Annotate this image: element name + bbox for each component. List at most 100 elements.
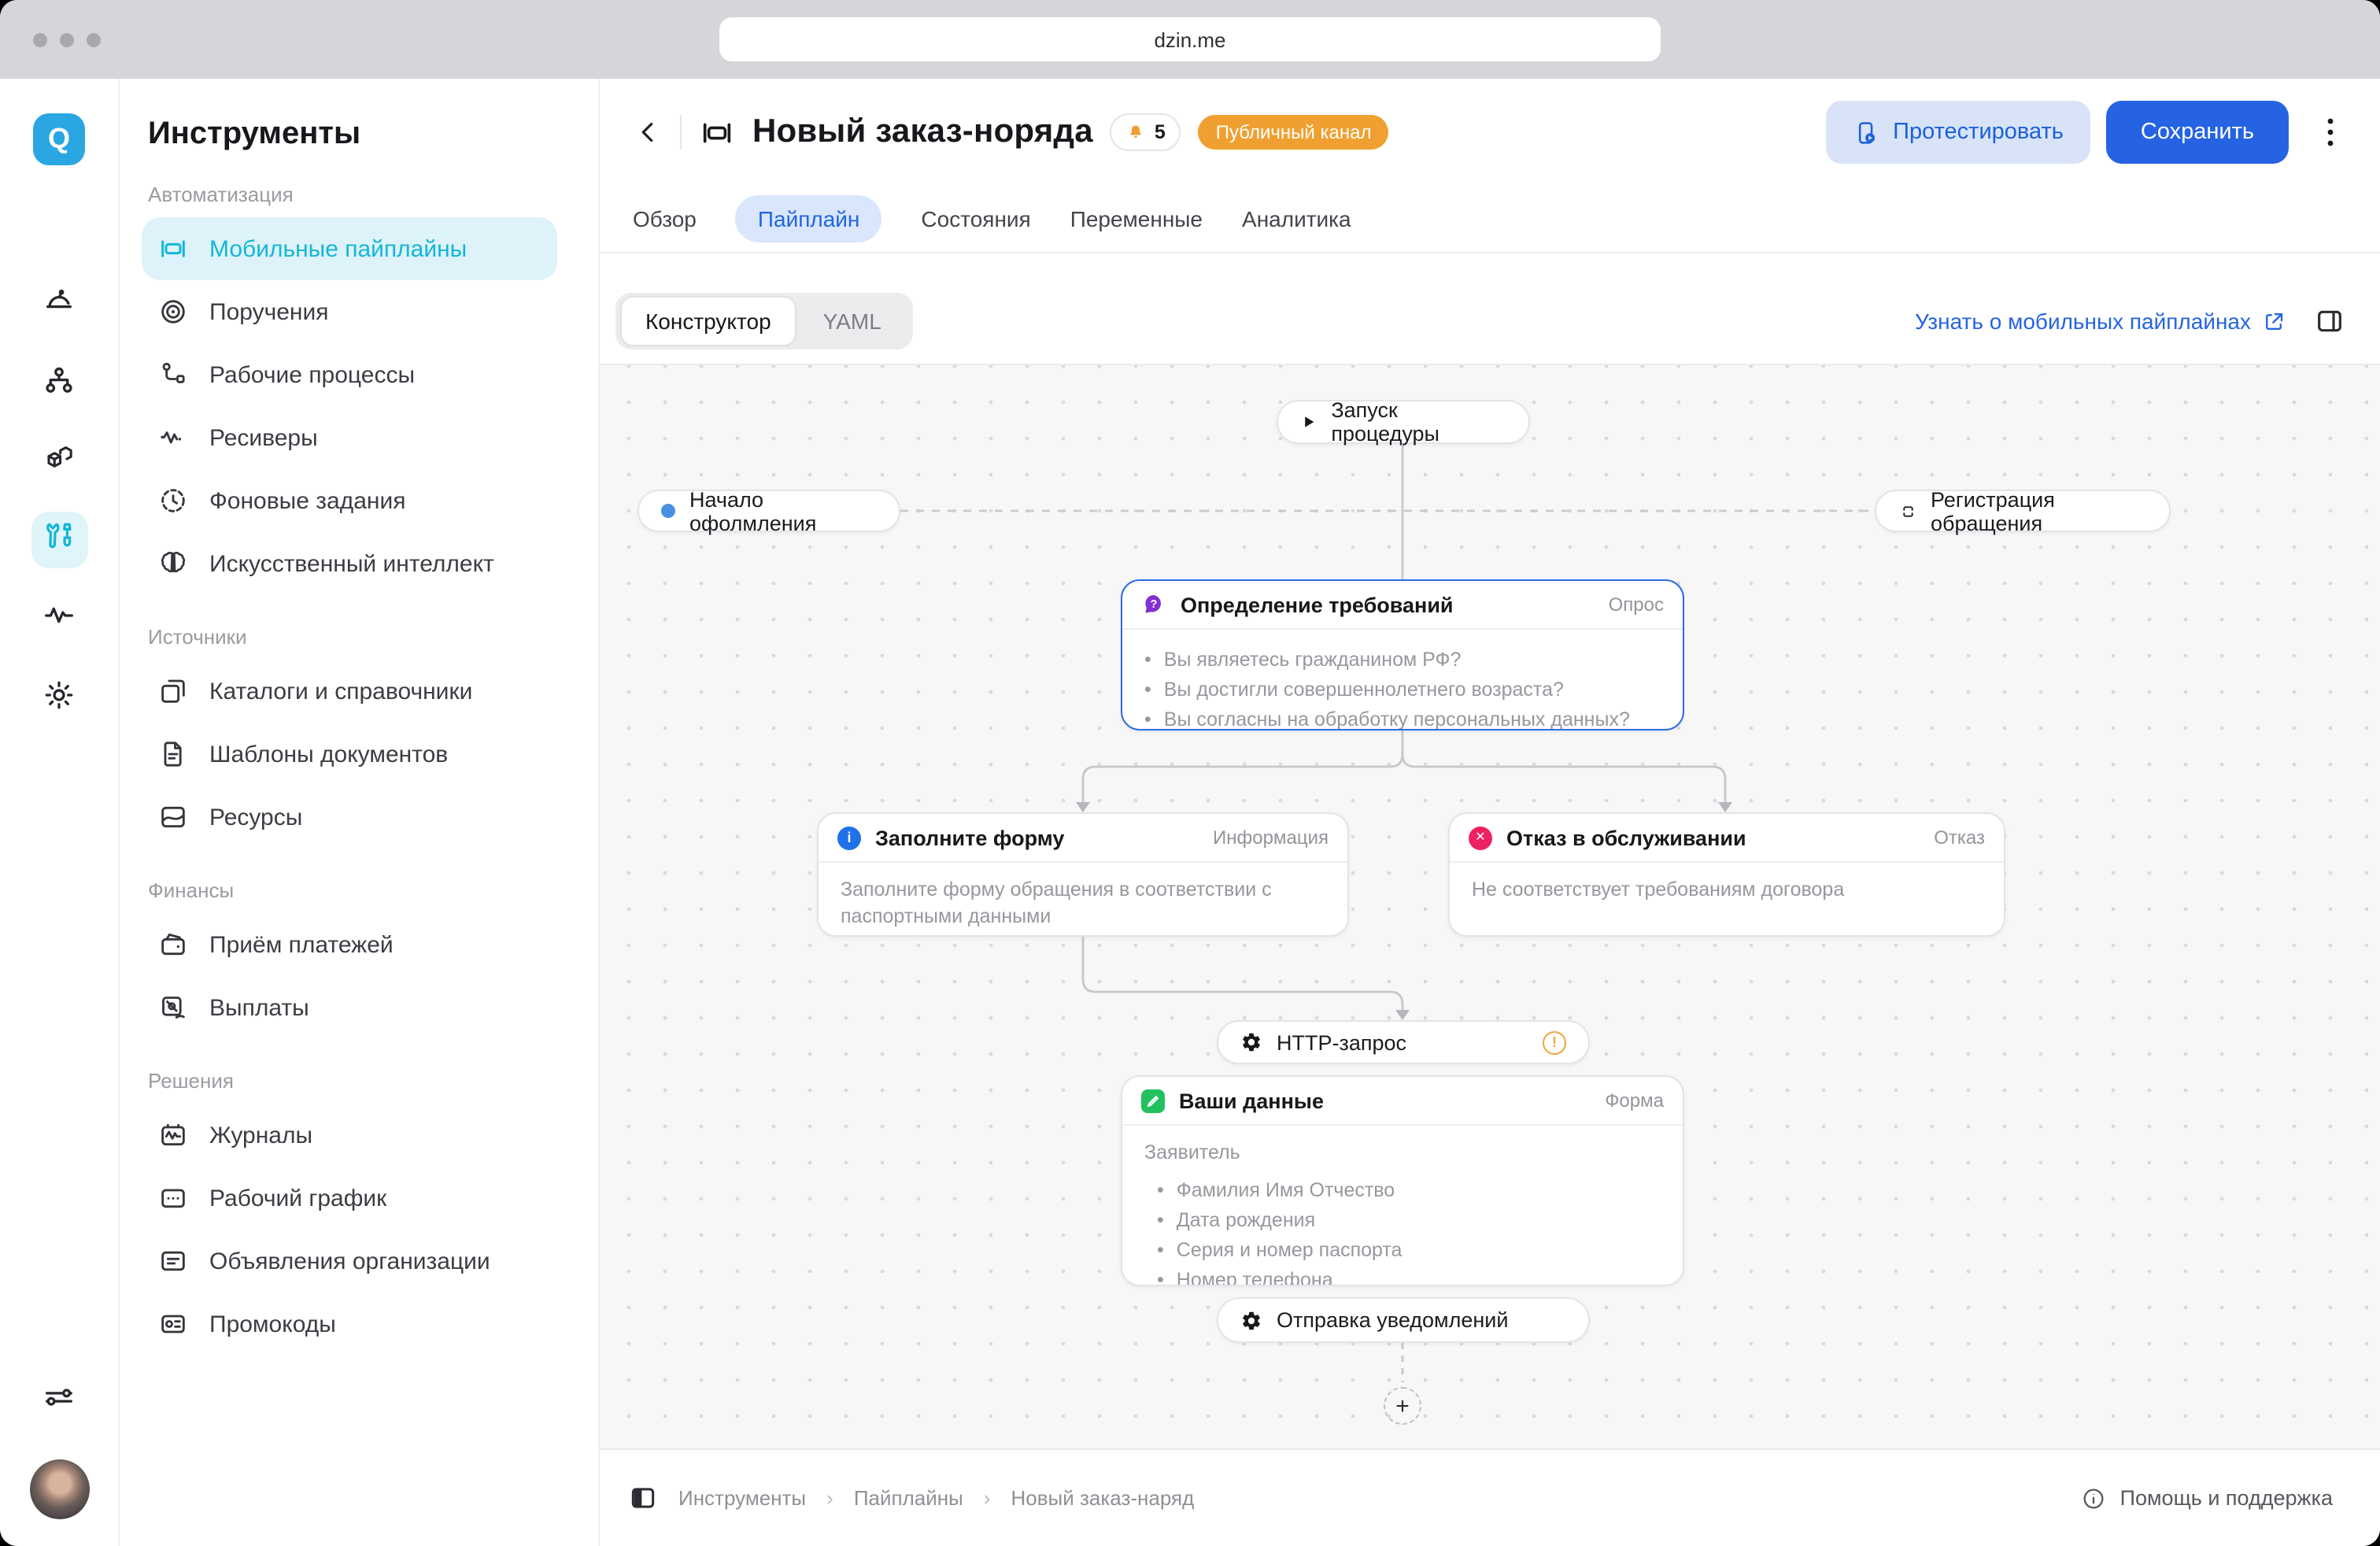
- tab-overview[interactable]: Обзор: [633, 195, 697, 242]
- user-avatar[interactable]: [29, 1459, 89, 1519]
- app-logo[interactable]: Q: [33, 113, 85, 165]
- help-button[interactable]: Помощь и поддержка: [2081, 1485, 2333, 1511]
- brain-icon: [156, 547, 189, 580]
- add-node-button[interactable]: +: [1384, 1387, 1421, 1425]
- sidebar-item-promocodes[interactable]: Промокоды: [142, 1293, 557, 1356]
- sidebar-item-label: Объявления организации: [209, 1248, 490, 1274]
- node-type-label: Отказ: [1934, 827, 1985, 849]
- sidebar-item-background-jobs[interactable]: Фоновые задания: [142, 469, 557, 532]
- hierarchy-icon: [41, 362, 77, 406]
- node-title: Ваши данные: [1179, 1089, 1324, 1112]
- window-close-button[interactable]: [33, 33, 47, 47]
- node-survey-card[interactable]: ? Определение требований Опрос Вы являет…: [1121, 579, 1684, 730]
- node-title: Отказ в обслуживании: [1506, 826, 1746, 849]
- sidebar-item-schedule[interactable]: Рабочий график: [142, 1167, 557, 1230]
- section-label-sources: Источники: [148, 625, 598, 649]
- bell-icon: [1126, 122, 1147, 142]
- rail-item-activity[interactable]: [31, 590, 87, 647]
- tab-states[interactable]: Состояния: [921, 195, 1030, 242]
- pulse-icon: [41, 597, 77, 641]
- node-register-state[interactable]: Регистрация обращения: [1875, 490, 2171, 532]
- sidebar-item-workflows[interactable]: Рабочие процессы: [142, 343, 557, 406]
- test-button[interactable]: Протестировать: [1825, 101, 2090, 164]
- view-mode-switcher: Конструктор YAML: [615, 293, 913, 350]
- sidebar-item-journals[interactable]: Журналы: [142, 1104, 557, 1167]
- segment-yaml[interactable]: YAML: [796, 309, 908, 334]
- node-info-card[interactable]: i Заполните форму Информация Заполните ф…: [817, 812, 1349, 937]
- breadcrumb-pipelines[interactable]: Пайплайны: [854, 1486, 963, 1510]
- node-http-request[interactable]: HTTP-запрос !: [1217, 1020, 1590, 1064]
- sidebar-item-ai[interactable]: Искусственный интеллект: [142, 532, 557, 595]
- breadcrumb-separator: ›: [826, 1486, 833, 1510]
- breadcrumb-tools[interactable]: Инструменты: [678, 1486, 806, 1510]
- play-icon: [1300, 412, 1317, 431]
- register-icon: [1898, 500, 1918, 522]
- sidebar-item-label: Выплаты: [209, 994, 309, 1021]
- clock-icon: [156, 484, 189, 517]
- node-form-card[interactable]: Ваши данные Форма Заявитель Фамилия Имя …: [1121, 1075, 1684, 1286]
- pipeline-canvas[interactable]: Запуск процедуры Начало офолмления Регис…: [600, 364, 2380, 1450]
- node-body: Не соответствует требованиям договора: [1450, 863, 2004, 918]
- gear-icon: [41, 677, 77, 721]
- journal-icon: [156, 1119, 189, 1152]
- sidebar-item-catalogs[interactable]: Каталоги и справочники: [142, 660, 557, 723]
- sidebar-item-payments[interactable]: Приём платежей: [142, 913, 557, 976]
- sidebar-item-assignments[interactable]: Поручения: [142, 280, 557, 343]
- learn-link[interactable]: Узнать о мобильных пайплайнах: [1915, 309, 2286, 334]
- window-zoom-button[interactable]: [87, 33, 101, 47]
- sidebar-item-label: Приём платежей: [209, 931, 394, 958]
- sidebar-item-label: Промокоды: [209, 1311, 336, 1337]
- rail-item-structure[interactable]: [31, 356, 87, 412]
- payout-icon: [156, 991, 189, 1024]
- test-button-label: Протестировать: [1893, 120, 2064, 145]
- node-reject-card[interactable]: ✕ Отказ в обслуживании Отказ Не соответс…: [1448, 812, 2005, 937]
- rail-item-tools[interactable]: [31, 512, 87, 568]
- status-bar: Инструменты › Пайплайны › Новый заказ-на…: [600, 1450, 2380, 1546]
- more-menu-button[interactable]: [2314, 113, 2345, 151]
- right-panel-toggle[interactable]: [2314, 305, 2345, 337]
- sidebar-item-resources[interactable]: Ресурсы: [142, 786, 557, 849]
- rail-item-preferences[interactable]: [31, 1373, 87, 1429]
- segment-constructor[interactable]: Конструктор: [620, 296, 796, 346]
- left-panel-toggle[interactable]: [628, 1483, 658, 1513]
- survey-question: Вы достигли совершеннолетнего возраста?: [1144, 677, 1661, 704]
- sidebar-item-label: Рабочий график: [209, 1185, 386, 1211]
- announcement-icon: [156, 1245, 189, 1278]
- back-button[interactable]: [634, 118, 663, 146]
- sidebar-item-mobile-pipelines[interactable]: Мобильные пайплайны: [142, 217, 557, 280]
- help-label: Помощь и поддержка: [2120, 1486, 2333, 1510]
- node-label: HTTP-запрос: [1277, 1030, 1406, 1054]
- survey-question: Вы являетесь гражданином РФ?: [1144, 647, 1661, 674]
- node-title: Заполните форму: [875, 826, 1064, 849]
- sidebar-item-doc-templates[interactable]: Шаблоны документов: [142, 723, 557, 786]
- tab-variables[interactable]: Переменные: [1070, 195, 1203, 242]
- sidebar-item-payouts[interactable]: Выплаты: [142, 976, 557, 1039]
- catalog-icon: [156, 675, 189, 708]
- sidebar-item-label: Ресиверы: [209, 424, 318, 451]
- sidebar-item-receivers[interactable]: Ресиверы: [142, 406, 557, 469]
- info-icon: i: [837, 826, 861, 849]
- node-start-trigger[interactable]: Запуск процедуры: [1277, 400, 1530, 444]
- wave-icon: [156, 421, 189, 454]
- form-group-label: Заявитель: [1144, 1140, 1661, 1167]
- rail-item-service[interactable]: [31, 276, 87, 332]
- tab-pipeline[interactable]: Пайплайн: [736, 195, 882, 242]
- rail-item-settings[interactable]: [31, 671, 87, 727]
- form-field: Фамилия Имя Отчество: [1157, 1178, 1661, 1204]
- chat-question-icon: ?: [1141, 592, 1166, 617]
- sidebar-item-label: Ресурсы: [209, 804, 302, 830]
- breadcrumb-separator: ›: [984, 1486, 991, 1510]
- page-header: Новый заказ-норяда 5 Публичный канал Про…: [600, 79, 2380, 186]
- rail-item-products[interactable]: [31, 435, 87, 491]
- resources-icon: [156, 801, 189, 834]
- node-send-notifications[interactable]: Отправка уведомлений: [1217, 1297, 1590, 1343]
- section-label-solutions: Решения: [148, 1069, 598, 1093]
- tab-analytics[interactable]: Аналитика: [1242, 195, 1351, 242]
- sidebar-item-announcements[interactable]: Объявления организации: [142, 1230, 557, 1293]
- info-circle-icon: [2081, 1485, 2106, 1511]
- window-minimize-button[interactable]: [60, 33, 74, 47]
- node-begin-state[interactable]: Начало офолмления: [638, 490, 900, 532]
- save-button[interactable]: Сохранить: [2106, 101, 2289, 164]
- version-badge[interactable]: 5: [1111, 113, 1181, 151]
- address-bar[interactable]: dzin.me: [719, 17, 1661, 61]
